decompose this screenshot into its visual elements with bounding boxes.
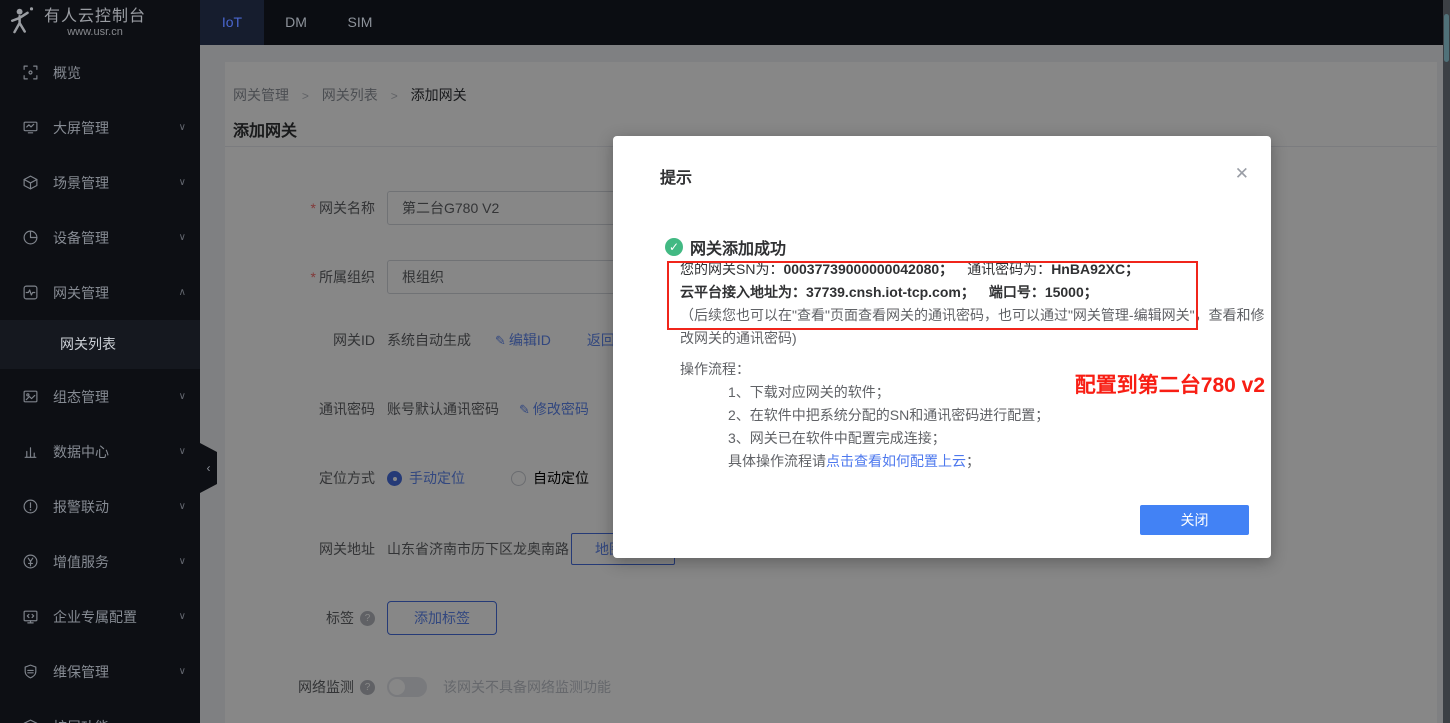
sidebar: 概览 大屏管理 ∨ 场景管理 ∨ 设备管理 ∨ 网关管理 ∧ 网关列表 组态管理… [0,45,200,723]
sidebar-item-overview[interactable]: 概览 [0,45,200,100]
sidebar-item-alarm-linkage[interactable]: 报警联动 ∨ [0,479,200,534]
close-icon[interactable]: ✕ [1235,164,1249,184]
step-2: 2、在软件中把系统分配的SN和通讯密码进行配置； [680,404,1049,427]
app-title: 有人云控制台 [44,8,146,26]
sidebar-item-label: 网关管理 [53,283,179,303]
sidebar-item-label: 报警联动 [53,497,179,517]
chevron-down-icon: ∨ [179,501,186,512]
value-service-icon [22,553,39,570]
server-label: 云平台接入地址为： [680,284,806,300]
password-label: 通讯密码为： [967,261,1051,277]
server-value: 37739.cnsh.iot-tcp.com； [806,284,975,300]
sidebar-item-label: 组态管理 [53,387,179,407]
chevron-down-icon: ∨ [179,556,186,567]
sidebar-item-data-center[interactable]: 数据中心 ∨ [0,424,200,479]
sidebar-item-label: 企业专属配置 [53,607,179,627]
tab-dm[interactable]: DM [264,0,328,45]
sidebar-item-label: 概览 [53,63,186,83]
sidebar-item-device-mgmt[interactable]: 设备管理 ∨ [0,210,200,265]
sidebar-item-label: 场景管理 [53,173,179,193]
port-value: 15000； [1045,284,1098,300]
sidebar-item-value-services[interactable]: 增值服务 ∨ [0,534,200,589]
device-icon [22,229,39,246]
close-button[interactable]: 关闭 [1140,505,1249,535]
app-subtitle: www.usr.cn [44,26,146,38]
chevron-down-icon: ∨ [179,666,186,677]
sidebar-item-maintenance-mgmt[interactable]: 维保管理 ∨ [0,644,200,699]
extension-icon [22,718,39,723]
credentials-block: 您的网关SN为：00037739000000042080； 通讯密码为：HnBA9… [680,258,1265,350]
gateway-added-dialog: 提示 ✕ ✓ 网关添加成功 您的网关SN为：000377390000000420… [613,136,1271,558]
steps-footer-prefix: 具体操作流程请 [728,453,826,469]
chevron-down-icon: ∨ [179,232,186,243]
gateway-submenu: 网关列表 [0,320,200,369]
chevron-down-icon: ∨ [179,177,186,188]
tab-sim[interactable]: SIM [328,0,392,45]
topbar: 有人云控制台 www.usr.cn IoT DM SIM [0,0,1450,45]
chevron-down-icon: ∨ [179,122,186,133]
sidebar-item-enterprise-config[interactable]: 企业专属配置 ∨ [0,589,200,644]
success-title: 网关添加成功 [690,235,786,259]
port-label: 端口号： [989,284,1045,300]
red-annotation-text: 配置到第二台780 v2 [1075,369,1265,399]
scrollbar[interactable] [1443,0,1450,723]
sidebar-item-hmi-mgmt[interactable]: 组态管理 ∨ [0,369,200,424]
steps-title: 操作流程： [680,358,1049,381]
sn-line: 您的网关SN为：00037739000000042080； 通讯密码为：HnBA9… [680,258,1265,281]
steps-block: 操作流程： 1、下载对应网关的软件； 2、在软件中把系统分配的SN和通讯密码进行… [680,358,1049,473]
note-line-1: （后续您也可以在"查看"页面查看网关的通讯密码，也可以通过"网关管理-编辑网关"… [680,304,1265,327]
how-to-configure-link[interactable]: 点击查看如何配置上云 [826,453,966,469]
sidebar-item-label: 扩展功能 [53,717,179,723]
logo-dot [30,7,33,10]
sidebar-item-label: 维保管理 [53,662,179,682]
alarm-icon [22,498,39,515]
chevron-left-icon: ‹ [207,461,211,475]
data-center-icon [22,443,39,460]
sidebar-item-screen-mgmt[interactable]: 大屏管理 ∨ [0,100,200,155]
sn-value: 00037739000000042080； [783,261,953,277]
sidebar-item-label: 数据中心 [53,442,179,462]
sidebar-item-label: 设备管理 [53,228,179,248]
sidebar-item-scene-mgmt[interactable]: 场景管理 ∨ [0,155,200,210]
sidebar-item-extension[interactable]: 扩展功能 ∨ [0,699,200,723]
sidebar-item-gateway-mgmt[interactable]: 网关管理 ∧ [0,265,200,320]
brand: 有人云控制台 www.usr.cn [0,0,200,45]
scene-icon [22,174,39,191]
steps-footer-suffix: ； [966,453,980,469]
dialog-title: 提示 [660,164,692,188]
sidebar-item-label: 大屏管理 [53,118,179,138]
chevron-up-icon: ∧ [179,287,186,298]
enterprise-icon [22,608,39,625]
step-1: 1、下载对应网关的软件； [680,381,1049,404]
usr-logo-icon [8,6,38,40]
note-line-2: 改网关的通讯密码) [680,327,1265,350]
server-line: 云平台接入地址为：37739.cnsh.iot-tcp.com； 端口号：1500… [680,281,1265,304]
overview-icon [22,64,39,81]
scrollbar-thumb[interactable] [1444,14,1449,62]
hmi-icon [22,388,39,405]
gateway-icon [22,284,39,301]
sidebar-item-label: 增值服务 [53,552,179,572]
maintenance-icon [22,663,39,680]
steps-footer: 具体操作流程请点击查看如何配置上云； [680,450,1049,473]
screen-icon [22,119,39,136]
password-value: HnBA92XC； [1051,261,1139,277]
chevron-down-icon: ∨ [179,391,186,402]
success-check-icon: ✓ [665,238,683,256]
chevron-down-icon: ∨ [179,446,186,457]
top-nav-tabs: IoT DM SIM [200,0,392,45]
tab-iot[interactable]: IoT [200,0,264,45]
sn-label: 您的网关SN为： [680,261,783,277]
sidebar-item-gateway-list[interactable]: 网关列表 [0,320,200,369]
success-row: ✓ 网关添加成功 [665,235,786,259]
brand-text: 有人云控制台 www.usr.cn [44,8,146,38]
chevron-down-icon: ∨ [179,611,186,622]
step-3: 3、网关已在软件中配置完成连接； [680,427,1049,450]
